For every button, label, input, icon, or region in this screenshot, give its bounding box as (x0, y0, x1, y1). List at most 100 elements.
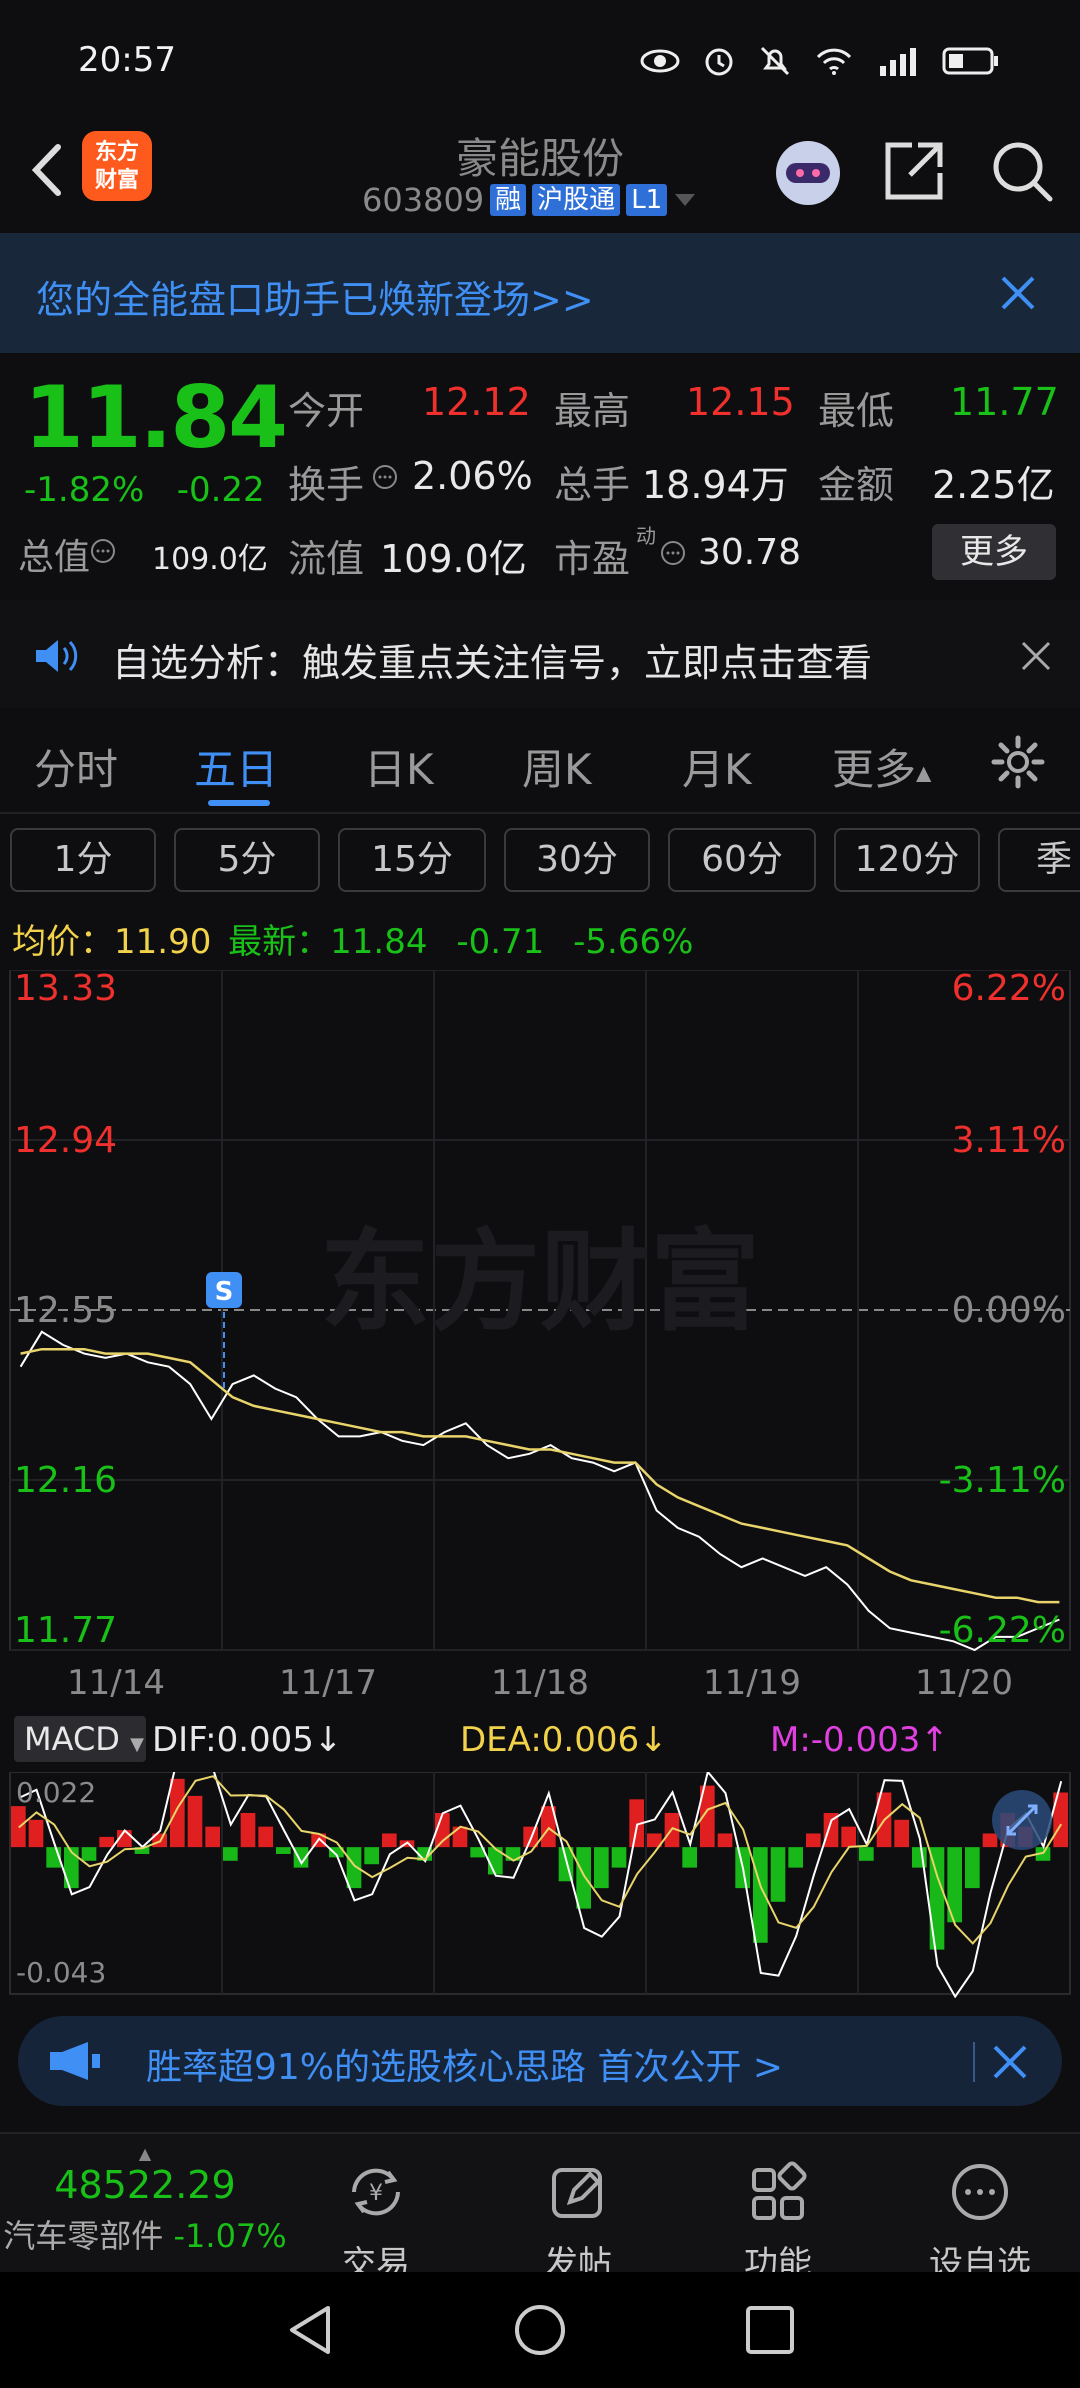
x-tick-label: 11/20 (915, 1663, 1013, 1703)
more-button[interactable]: 更多 (932, 524, 1056, 580)
macd-selector[interactable]: MACD ▼ (14, 1716, 146, 1762)
y-tick-right: 6.22% (952, 970, 1066, 1009)
trade-icon: ¥ (352, 2168, 400, 2216)
sector-index[interactable]: ▲ 48522.29 汽车零部件 -1.07% (0, 2144, 290, 2257)
tab-daily-k[interactable]: 日K (364, 736, 434, 797)
period-15min-button[interactable]: 15分 (338, 828, 486, 892)
tab-more[interactable]: 更多▲ (832, 736, 931, 797)
x-tick-label: 11/17 (279, 1663, 377, 1703)
settings-gear-icon[interactable] (990, 734, 1046, 790)
app-header: 东方 财富 豪能股份 603809 融 沪股通 L1 (0, 125, 1080, 233)
y-tick-right: -6.22% (939, 1610, 1066, 1651)
svg-text:¥: ¥ (369, 2181, 383, 2206)
wifi-icon (816, 48, 852, 75)
nav-functions[interactable]: 功能 (708, 2160, 848, 2285)
last-pct: -5.66% (573, 922, 694, 962)
more-dots-icon (952, 2164, 1008, 2220)
recents-square-icon[interactable] (742, 2302, 798, 2358)
turnover-value: 2.06% (412, 454, 533, 498)
tab-more-label: 更多 (832, 745, 917, 794)
last-change: -0.71 (456, 922, 545, 962)
arrow-down-icon: ↓ (313, 1720, 343, 1760)
signal-marker[interactable]: S (206, 1272, 242, 1390)
period-120min-button[interactable]: 120分 (834, 828, 980, 892)
ad-bar[interactable]: 胜率超91%的选股核心思路 首次公开 > (18, 2016, 1062, 2106)
macd-bar (187, 1795, 203, 1848)
speaker-icon (36, 640, 78, 672)
eye-icon (640, 49, 680, 73)
tab-intraday[interactable]: 分时 (34, 736, 118, 797)
chart-tabs: 分时 五日 日K 周K 月K 更多▲ (0, 718, 1080, 810)
amount-label: 金额 (818, 463, 895, 507)
macd-dea-value: DEA:0.006 (460, 1720, 640, 1760)
current-price: 11.84 (24, 368, 288, 468)
active-tab-indicator (208, 800, 270, 806)
robot-assistant-icon[interactable] (770, 133, 846, 209)
tab-weekly-k[interactable]: 周K (522, 736, 592, 797)
edit-icon (552, 2168, 602, 2218)
y-tick-left: 13.33 (14, 970, 117, 1009)
status-icons (640, 44, 1000, 78)
close-icon[interactable] (992, 2044, 1028, 2080)
macd-bars (11, 1772, 1068, 1998)
period-1min-button[interactable]: 1分 (10, 828, 156, 892)
y-tick-right: 3.11% (952, 1120, 1066, 1161)
macd-frame (9, 1772, 1071, 1995)
change-abs: -0.22 (176, 470, 265, 510)
close-icon[interactable] (1020, 640, 1052, 672)
search-icon[interactable] (988, 137, 1056, 205)
macd-bar (965, 1847, 980, 1889)
amount-value: 2.25亿 (932, 463, 1055, 507)
macd-bar (258, 1826, 273, 1848)
macd-m: M:-0.003↑ (770, 1720, 949, 1760)
info-icon[interactable] (372, 464, 398, 490)
open-label: 今开 (288, 389, 365, 433)
dropdown-icon: ▼ (130, 1734, 144, 1755)
nav-post[interactable]: 发帖 (508, 2160, 648, 2285)
macd-bar (912, 1847, 927, 1868)
nav-trade[interactable]: ¥ 交易 (306, 2160, 446, 2285)
price-series-group (19, 1330, 1060, 1652)
stock-code-row[interactable]: 603809 融 沪股通 L1 (362, 181, 697, 219)
macd-bottom-tick: -0.043 (16, 1956, 106, 1989)
period-5min-button[interactable]: 5分 (174, 828, 320, 892)
arrow-up-icon: ↑ (920, 1720, 949, 1760)
five-day-price-chart[interactable]: 东方财富 13.33 6.22% 12.94 3.11% 12.55 0.00% 12.16… (0, 970, 1080, 1710)
macd-bar (99, 1836, 114, 1848)
period-60min-button[interactable]: 60分 (668, 828, 816, 892)
sector-index-change: -1.07% (173, 2217, 287, 2255)
close-icon[interactable] (1000, 275, 1036, 311)
alarm-icon (705, 48, 733, 76)
nav-add-watchlist[interactable]: 设自选 (910, 2160, 1050, 2285)
info-icon[interactable] (660, 540, 686, 566)
notice-bar[interactable]: 自选分析：触发重点关注信号，立即点击查看 (0, 600, 1080, 708)
macd-bar (770, 1847, 786, 1902)
macd-bar (81, 1847, 97, 1861)
expand-button[interactable] (992, 1790, 1052, 1850)
volume-label: 总手 (554, 463, 631, 507)
tab-five-day[interactable]: 五日 (194, 736, 278, 797)
avg-value: 11.90 (114, 922, 212, 962)
triangle-up-icon: ▲ (916, 760, 932, 785)
back-triangle-icon[interactable] (282, 2302, 338, 2358)
x-ticks: 11/14 11/17 11/18 11/19 11/20 (67, 1663, 1013, 1703)
arrow-down-icon: ↓ (639, 1720, 668, 1760)
macd-chart[interactable]: 0.022 -0.043 (0, 1772, 1080, 1998)
period-30min-button[interactable]: 30分 (504, 828, 650, 892)
macd-selector-label: MACD (24, 1720, 120, 1758)
share-icon[interactable] (882, 139, 946, 203)
last-value: 11.84 (330, 922, 428, 962)
home-circle-icon[interactable] (512, 2302, 568, 2358)
info-icon[interactable] (90, 538, 116, 564)
sector-index-row: 汽车零部件 -1.07% (0, 2211, 290, 2257)
macd-bar (682, 1847, 697, 1868)
price-line (19, 1330, 1060, 1652)
chart-watermark: 东方财富 (320, 1218, 760, 1346)
grid-apps-icon (752, 2161, 807, 2220)
y-tick-left: 11.77 (14, 1610, 117, 1651)
tab-monthly-k[interactable]: 月K (682, 736, 752, 797)
y-tick-left: 12.94 (14, 1120, 117, 1161)
period-quarter-button[interactable]: 季 (998, 828, 1080, 892)
promo-banner[interactable]: 您的全能盘口助手已焕新登场>> (0, 233, 1080, 353)
chevron-up-icon: ▲ (138, 2144, 152, 2163)
